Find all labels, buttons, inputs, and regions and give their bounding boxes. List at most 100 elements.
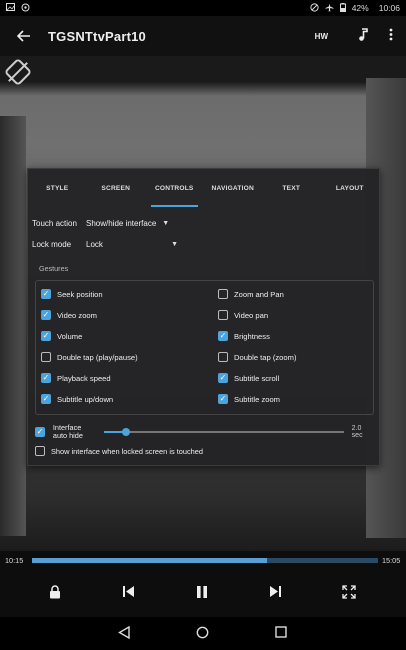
nav-back-icon[interactable] xyxy=(118,625,130,642)
dropdown-caret-icon: ▼ xyxy=(162,220,170,227)
hw-decoder-button[interactable]: HW xyxy=(315,32,328,41)
touch-action-select[interactable]: Show/hide interface ▼ xyxy=(86,219,169,228)
tab-text[interactable]: TEXT xyxy=(262,169,321,207)
double-tap-play-checkbox[interactable]: Double tap (play/pause) xyxy=(41,352,138,362)
previous-icon[interactable] xyxy=(122,585,135,598)
lock-icon[interactable] xyxy=(49,585,61,599)
settings-dialog: STYLE SCREEN CONTROLS NAVIGATION TEXT LA… xyxy=(27,168,380,466)
total-time: 15:05 xyxy=(382,555,401,565)
back-arrow-icon[interactable] xyxy=(0,16,48,56)
fullscreen-icon[interactable] xyxy=(342,585,356,599)
battery-icon xyxy=(339,2,346,14)
airplane-icon xyxy=(325,3,334,14)
status-bar: 42% 10:06 xyxy=(0,0,406,16)
video-title: TGSNTtvPart10 xyxy=(48,28,146,44)
auto-hide-value: 2.0 sec xyxy=(351,425,363,439)
subtitle-zoom-checkbox[interactable]: ✓ Subtitle zoom xyxy=(218,394,280,404)
battery-percent: 42% xyxy=(351,3,369,13)
checkbox-checked-icon: ✓ xyxy=(41,331,51,341)
show-interface-locked-checkbox[interactable]: Show interface when locked screen is tou… xyxy=(35,446,203,456)
auto-hide-slider[interactable] xyxy=(104,427,344,437)
seek-position-checkbox[interactable]: ✓ Seek position xyxy=(41,289,103,299)
checkbox-unchecked-icon xyxy=(218,289,228,299)
checkbox-unchecked-icon xyxy=(218,310,228,320)
system-nav-bar xyxy=(0,617,406,650)
seek-bar-row: 10:15 15:05 xyxy=(0,551,406,569)
checkbox-unchecked-icon xyxy=(41,352,51,362)
dnd-icon xyxy=(310,3,319,14)
video-frame-left xyxy=(0,116,26,536)
subtitle-zoom-label: Subtitle zoom xyxy=(234,394,281,404)
sync-icon xyxy=(21,3,30,14)
lock-mode-value: Lock xyxy=(86,240,103,249)
status-left xyxy=(6,3,30,14)
slider-track xyxy=(104,431,344,433)
clock: 10:06 xyxy=(378,3,400,13)
touch-action-value: Show/hide interface xyxy=(86,219,157,228)
interface-auto-hide-row: ✓ Interface auto hide 2.0 sec xyxy=(35,424,374,440)
touch-action-label: Touch action xyxy=(32,219,77,228)
seek-position-label: Seek position xyxy=(57,289,103,299)
checkbox-checked-icon: ✓ xyxy=(218,331,228,341)
nav-recents-icon[interactable] xyxy=(275,626,287,641)
brightness-label: Brightness xyxy=(234,331,270,341)
playback-speed-checkbox[interactable]: ✓ Playback speed xyxy=(41,373,111,383)
interface-auto-hide-checkbox[interactable]: ✓ xyxy=(35,427,45,437)
tab-controls[interactable]: CONTROLS xyxy=(145,169,204,207)
subtitle-updown-checkbox[interactable]: ✓ Subtitle up/down xyxy=(41,394,113,404)
gestures-heading: Gestures xyxy=(39,264,69,273)
nav-home-icon[interactable] xyxy=(196,626,209,642)
checkbox-unchecked-icon xyxy=(218,352,228,362)
brightness-checkbox[interactable]: ✓ Brightness xyxy=(218,331,270,341)
video-zoom-label: Video zoom xyxy=(57,310,97,320)
seek-bar[interactable] xyxy=(32,557,378,563)
zoom-and-pan-checkbox[interactable]: Zoom and Pan xyxy=(218,289,284,299)
subtitle-scroll-label: Subtitle scroll xyxy=(234,373,280,383)
checkbox-checked-icon: ✓ xyxy=(41,289,51,299)
checkbox-unchecked-icon xyxy=(35,446,45,456)
checkbox-checked-icon: ✓ xyxy=(41,394,51,404)
current-time: 10:15 xyxy=(5,555,24,565)
double-tap-play-label: Double tap (play/pause) xyxy=(57,352,138,362)
volume-label: Volume xyxy=(57,331,83,341)
playback-speed-label: Playback speed xyxy=(57,373,111,383)
checkbox-checked-icon: ✓ xyxy=(41,310,51,320)
title-bar: TGSNTtvPart10 HW xyxy=(0,16,406,56)
screen: 42% 10:06 TGSNTtvPart10 HW STYLE SCREEN … xyxy=(0,0,406,650)
show-interface-locked-label: Show interface when locked screen is tou… xyxy=(51,446,204,456)
music-note-icon[interactable] xyxy=(350,28,376,44)
more-vert-icon[interactable] xyxy=(376,28,406,44)
photo-icon xyxy=(6,3,15,13)
volume-checkbox[interactable]: ✓ Volume xyxy=(41,331,82,341)
lock-mode-label: Lock mode xyxy=(32,240,72,249)
tab-layout[interactable]: LAYOUT xyxy=(321,169,380,207)
interface-auto-hide-label-line2: auto hide xyxy=(52,431,83,440)
slider-knob[interactable] xyxy=(121,428,130,436)
subtitle-scroll-checkbox[interactable]: ✓ Subtitle scroll xyxy=(218,373,279,383)
touch-action-row: Touch action Show/hide interface ▼ xyxy=(32,219,169,228)
subtitle-updown-label: Subtitle up/down xyxy=(57,394,114,404)
tab-style[interactable]: STYLE xyxy=(28,169,87,207)
pause-icon[interactable] xyxy=(195,585,209,599)
tab-navigation[interactable]: NAVIGATION xyxy=(204,169,263,207)
lock-mode-row: Lock mode Lock ▼ xyxy=(32,240,178,249)
lock-mode-select[interactable]: Lock ▼ xyxy=(86,240,178,249)
checkbox-checked-icon: ✓ xyxy=(218,373,228,383)
status-right: 42% 10:06 xyxy=(310,2,400,14)
settings-tabs: STYLE SCREEN CONTROLS NAVIGATION TEXT LA… xyxy=(28,169,379,207)
video-pan-label: Video pan xyxy=(234,310,269,320)
interface-auto-hide-label: Interface auto hide xyxy=(53,424,97,440)
dropdown-caret-icon: ▼ xyxy=(171,241,178,248)
tab-screen[interactable]: SCREEN xyxy=(87,169,146,207)
double-tap-zoom-checkbox[interactable]: Double tap (zoom) xyxy=(218,352,296,362)
checkbox-checked-icon: ✓ xyxy=(41,373,51,383)
playback-controls xyxy=(0,569,406,617)
next-icon[interactable] xyxy=(269,585,282,598)
zoom-and-pan-label: Zoom and Pan xyxy=(234,289,284,299)
video-pan-checkbox[interactable]: Video pan xyxy=(218,310,268,320)
double-tap-zoom-label: Double tap (zoom) xyxy=(234,352,297,362)
gestures-group: ✓ Seek position Zoom and Pan ✓ Video zoo… xyxy=(35,280,374,415)
video-zoom-checkbox[interactable]: ✓ Video zoom xyxy=(41,310,97,320)
seek-bar-fill xyxy=(32,557,268,563)
checkbox-checked-icon: ✓ xyxy=(218,394,228,404)
